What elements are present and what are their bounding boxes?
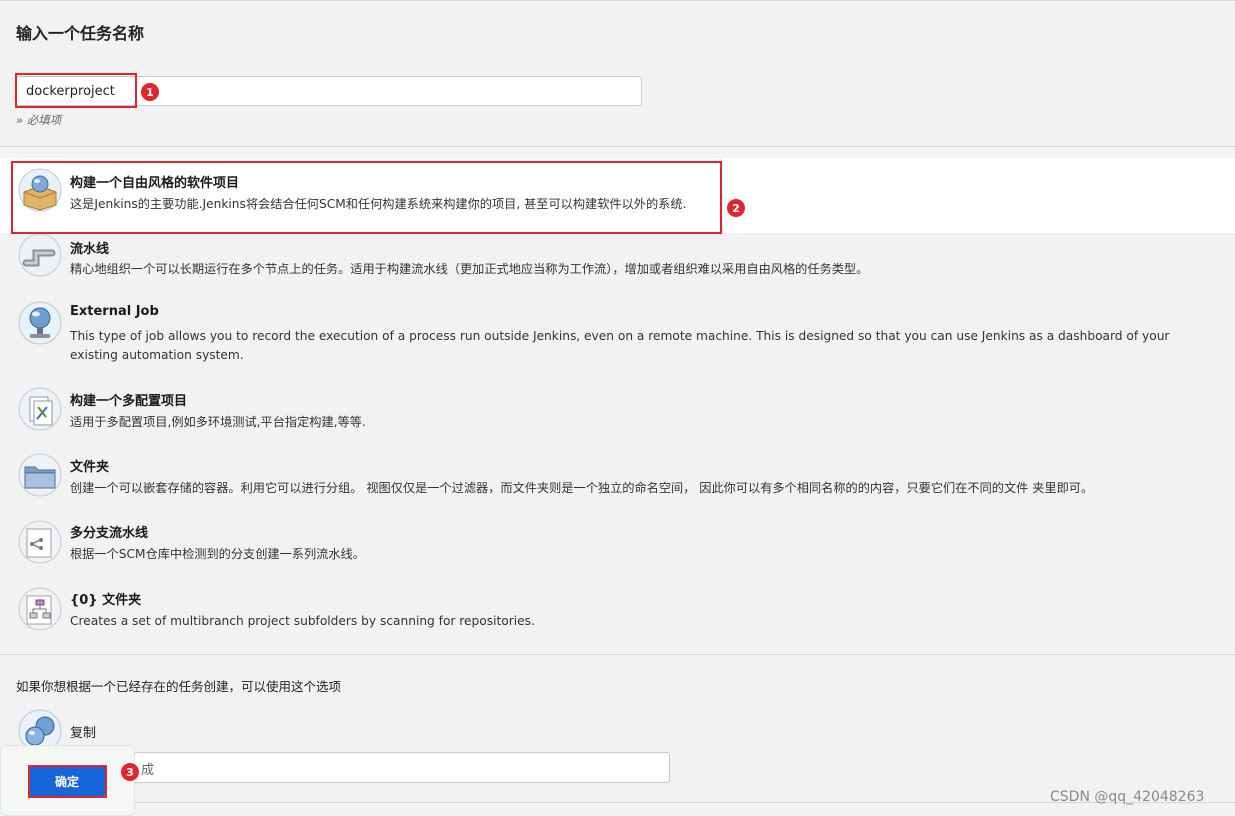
item-type-description: This type of job allows you to record th… bbox=[70, 329, 1170, 362]
item-type-title: 多分支流水线 bbox=[70, 526, 149, 541]
item-type-organization-folder[interactable]: {0} 文件夹 Creates a set of multibranch pro… bbox=[0, 584, 1235, 654]
pipeline-icon bbox=[18, 233, 62, 277]
watermark: CSDN @qq_42048263 bbox=[1050, 789, 1205, 805]
page-title: 输入一个任务名称 bbox=[16, 24, 145, 43]
item-type-description: 创建一个可以嵌套存储的容器。利用它可以进行分组。 视图仅仅是一个过滤器，而文件夹… bbox=[70, 481, 1094, 495]
item-type-multi-config[interactable]: 构建一个多配置项目 适用于多配置项目,例如多环境测试,平台指定构建,等等. bbox=[0, 385, 1235, 451]
item-type-title: External Job bbox=[70, 304, 159, 319]
copy-section-label: 如果你想根据一个已经存在的任务创建，可以使用这个选项 bbox=[16, 679, 342, 694]
item-type-title: 流水线 bbox=[70, 242, 110, 257]
required-hint: » 必填项 bbox=[16, 113, 62, 127]
multi-config-icon bbox=[18, 387, 62, 431]
item-type-title: 文件夹 bbox=[70, 460, 110, 475]
item-type-external-job[interactable]: External Job This type of job allows you… bbox=[0, 299, 1235, 385]
top-divider bbox=[0, 0, 1235, 1]
ok-button[interactable]: 确定 bbox=[28, 766, 106, 796]
item-type-title: 构建一个自由风格的软件项目 bbox=[70, 176, 240, 191]
item-type-freestyle[interactable]: 构建一个自由风格的软件项目 这是Jenkins的主要功能.Jenkins将会结合… bbox=[0, 158, 1235, 233]
item-type-description: 这是Jenkins的主要功能.Jenkins将会结合任何SCM和任何构建系统来构… bbox=[70, 197, 687, 211]
freestyle-icon bbox=[18, 168, 62, 212]
item-type-description: Creates a set of multibranch project sub… bbox=[70, 614, 535, 628]
item-name-input[interactable] bbox=[16, 76, 642, 106]
item-type-description: 适用于多配置项目,例如多环境测试,平台指定构建,等等. bbox=[70, 415, 366, 429]
annotation-badge-1: 1 bbox=[140, 82, 160, 102]
section-divider bbox=[0, 146, 1235, 147]
annotation-badge-2: 2 bbox=[726, 198, 746, 218]
section-divider bbox=[0, 654, 1235, 655]
copy-input-visible-text: 成 bbox=[141, 763, 155, 778]
item-type-title: 构建一个多配置项目 bbox=[70, 394, 188, 409]
item-type-description: 精心地组织一个可以长期运行在多个节点上的任务。适用于构建流水线（更加正式地应当称… bbox=[70, 262, 869, 276]
item-type-pipeline[interactable]: 流水线 精心地组织一个可以长期运行在多个节点上的任务。适用于构建流水线（更加正式… bbox=[0, 233, 1235, 299]
folder-icon bbox=[18, 453, 62, 497]
external-job-icon bbox=[18, 301, 62, 345]
item-type-list: 构建一个自由风格的软件项目 这是Jenkins的主要功能.Jenkins将会结合… bbox=[0, 157, 1235, 654]
copy-from-input[interactable] bbox=[68, 752, 670, 783]
copy-title: 复制 bbox=[70, 726, 97, 741]
item-type-title: {0} 文件夹 bbox=[70, 593, 142, 608]
item-type-multibranch-pipeline[interactable]: 多分支流水线 根据一个SCM仓库中检测到的分支创建一系列流水线。 bbox=[0, 517, 1235, 584]
item-type-folder[interactable]: 文件夹 创建一个可以嵌套存储的容器。利用它可以进行分组。 视图仅仅是一个过滤器，… bbox=[0, 451, 1235, 517]
item-type-description: 根据一个SCM仓库中检测到的分支创建一系列流水线。 bbox=[70, 547, 365, 561]
multibranch-pipeline-icon bbox=[18, 520, 62, 564]
annotation-badge-3: 3 bbox=[120, 762, 140, 782]
organization-folder-icon bbox=[18, 587, 62, 631]
